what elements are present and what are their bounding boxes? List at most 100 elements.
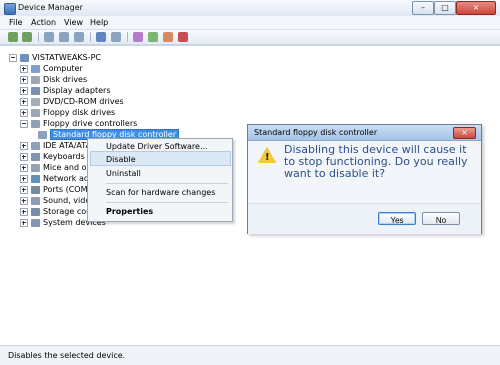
storage-controller-icon (31, 207, 40, 216)
tree-item-ports[interactable]: Ports (COM (20, 184, 87, 195)
computer-icon (20, 53, 29, 62)
help-icon[interactable] (96, 32, 106, 42)
tree-item-keyboards[interactable]: Keyboards (20, 151, 85, 162)
tree-item-storage-controllers[interactable]: Storage cont (20, 206, 94, 217)
collapse-icon[interactable] (20, 119, 28, 128)
expand-icon[interactable] (20, 97, 28, 106)
context-update-driver-software[interactable]: Update Driver Software... (106, 142, 208, 151)
network-adapter-icon (31, 174, 40, 183)
expand-icon[interactable] (20, 218, 28, 227)
expand-icon[interactable] (20, 196, 28, 205)
context-uninstall[interactable]: Uninstall (106, 169, 141, 178)
confirm-disable-dialog: Standard floppy disk controller × ! Disa… (247, 124, 482, 234)
menu-file[interactable]: File (9, 18, 22, 27)
device-manager-icon (4, 3, 16, 15)
tree-item-dvd-cd-rom-drives[interactable]: DVD/CD-ROM drives (20, 96, 124, 107)
tree-item-computer[interactable]: Computer (20, 63, 83, 74)
keyboard-icon (31, 152, 40, 161)
expand-icon[interactable] (20, 86, 28, 95)
tree-item-label: Computer (43, 64, 83, 73)
scan-hardware-icon[interactable] (133, 32, 143, 42)
floppy-controller-icon (38, 130, 47, 139)
status-bar: Disables the selected device. (0, 345, 500, 365)
toolbar (0, 30, 500, 45)
menu-bar: File Action View Help (0, 16, 500, 30)
no-button[interactable]: No (422, 212, 460, 225)
dialog-button-bar: Yes No (248, 203, 481, 234)
tree-item-network-adapters[interactable]: Network ada (20, 173, 94, 184)
context-scan-hardware-changes[interactable]: Scan for hardware changes (106, 188, 215, 197)
mouse-icon (31, 163, 40, 172)
expand-icon[interactable] (20, 64, 28, 73)
status-text: Disables the selected device. (8, 351, 126, 360)
tree-item-floppy-disk-drives[interactable]: Floppy disk drives (20, 107, 115, 118)
tree-item-mice[interactable]: Mice and oth (20, 162, 95, 173)
expand-icon[interactable] (20, 152, 28, 161)
tree-item-sound-video[interactable]: Sound, vide (20, 195, 90, 206)
properties-icon[interactable] (111, 32, 121, 42)
update-driver-icon[interactable] (148, 32, 158, 42)
toolbar-separator (127, 32, 128, 42)
system-device-icon (31, 218, 40, 227)
expand-icon[interactable] (20, 207, 28, 216)
show-hide-icon[interactable] (44, 32, 54, 42)
collapse-icon[interactable] (9, 53, 17, 62)
ide-controller-icon (31, 141, 40, 150)
ports-icon (31, 185, 40, 194)
close-button[interactable]: × (456, 1, 496, 15)
dialog-close-button[interactable]: × (453, 127, 476, 139)
tree-item-label: Floppy disk drives (43, 108, 116, 117)
controller-icon (31, 119, 40, 128)
dialog-title: Standard floppy disk controller (254, 128, 378, 137)
expand-icon[interactable] (20, 163, 28, 172)
disable-icon[interactable] (163, 32, 173, 42)
device-manager-window: Device Manager – □ × File Action View He… (0, 0, 500, 365)
expand-icon[interactable] (20, 108, 28, 117)
context-disable[interactable]: Disable (106, 155, 136, 164)
list-icon[interactable] (74, 32, 84, 42)
context-properties[interactable]: Properties (106, 207, 153, 216)
tree-item-label: Ports (COM (43, 185, 88, 194)
expand-icon[interactable] (20, 141, 28, 150)
tree-item-label: Display adapters (43, 86, 111, 95)
sound-icon (31, 196, 40, 205)
tree-item-label: Sound, vide (43, 196, 91, 205)
toolbar-separator (90, 32, 91, 42)
menu-help[interactable]: Help (90, 18, 108, 27)
dialog-message: Disabling this device will cause it to s… (284, 143, 468, 180)
tree-root[interactable]: VISTATWEAKS-PC (9, 52, 101, 63)
context-separator (106, 183, 228, 184)
tree-item-label: IDE ATA/ATA (43, 141, 91, 150)
tree-item-label: Disk drives (43, 75, 88, 84)
display-adapter-icon (31, 86, 40, 95)
tree-item-disk-drives[interactable]: Disk drives (20, 74, 87, 85)
tree-item-label: Floppy drive controllers (43, 119, 138, 128)
menu-action[interactable]: Action (31, 18, 56, 27)
maximize-button[interactable]: □ (434, 1, 456, 15)
warning-exclamation-icon: ! (265, 152, 270, 163)
forward-icon[interactable] (22, 32, 32, 42)
computer-icon (31, 64, 40, 73)
expand-icon[interactable] (20, 75, 28, 84)
menu-view[interactable]: View (64, 18, 83, 27)
uninstall-icon[interactable] (178, 32, 188, 42)
expand-icon[interactable] (20, 174, 28, 183)
tree-item-label: DVD/CD-ROM drives (43, 97, 124, 106)
tree-item-display-adapters[interactable]: Display adapters (20, 85, 111, 96)
minimize-button[interactable]: – (412, 1, 434, 15)
floppy-drive-icon (31, 108, 40, 117)
dialog-title-bar: Standard floppy disk controller × (248, 125, 481, 141)
tree-icon[interactable] (59, 32, 69, 42)
yes-button[interactable]: Yes (378, 212, 416, 225)
tree-root-label: VISTATWEAKS-PC (32, 53, 101, 62)
dvd-drive-icon (31, 97, 40, 106)
tree-item-label: Keyboards (43, 152, 85, 161)
title-bar: Device Manager – □ × (0, 0, 500, 17)
tree-item-ide-ata[interactable]: IDE ATA/ATA (20, 140, 91, 151)
context-menu: Update Driver Software... Disable Uninst… (87, 138, 233, 222)
window-title: Device Manager (18, 3, 83, 12)
tree-item-floppy-drive-controllers[interactable]: Floppy drive controllers (20, 118, 137, 129)
expand-icon[interactable] (20, 185, 28, 194)
context-separator (106, 202, 228, 203)
back-icon[interactable] (8, 32, 18, 42)
